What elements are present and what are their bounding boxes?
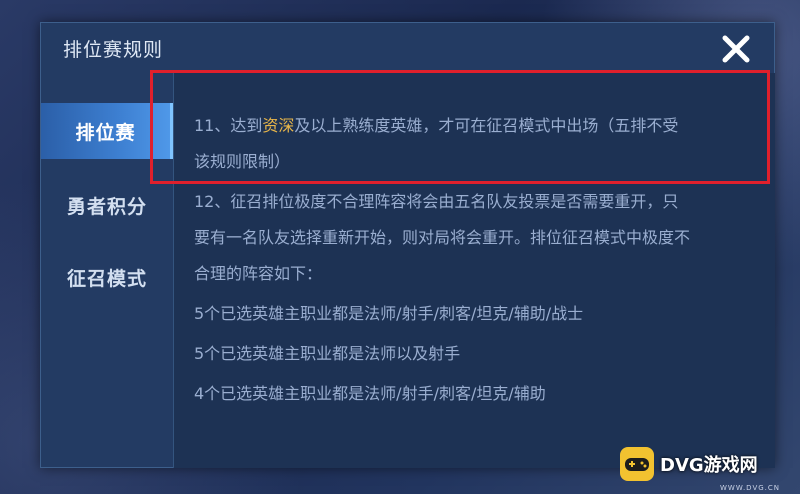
watermark-text: DVG游戏网	[660, 455, 758, 476]
close-icon	[722, 35, 750, 63]
close-button[interactable]	[718, 31, 754, 67]
case-3: 4个已选英雄主职业都是法师/射手/刺客/坦克/辅助	[194, 384, 546, 403]
annotation-highlight-box	[150, 70, 770, 184]
dialog-title: 排位赛规则	[63, 39, 164, 61]
watermark-subtext: WWW.DVG.CN	[719, 484, 780, 492]
tab-hero-points[interactable]: 勇者积分	[41, 177, 173, 233]
tab-draft-mode[interactable]: 征召模式	[41, 249, 173, 305]
rule-12-line3: 合理的阵容如下：	[194, 264, 323, 283]
rule-12-line2: 要有一名队友选择重新开始，则对局将会重开。排位征召模式中极度不	[194, 228, 691, 247]
case-2: 5个已选英雄主职业都是法师以及射手	[194, 344, 461, 363]
gamepad-icon	[620, 447, 654, 481]
watermark: DVG游戏网	[620, 444, 780, 484]
case-1: 5个已选英雄主职业都是法师/射手/刺客/坦克/辅助/战士	[194, 304, 584, 323]
rule-12-line1: 12、征召排位极度不合理阵容将会由五名队友投票是否需要重开，只	[194, 192, 679, 211]
